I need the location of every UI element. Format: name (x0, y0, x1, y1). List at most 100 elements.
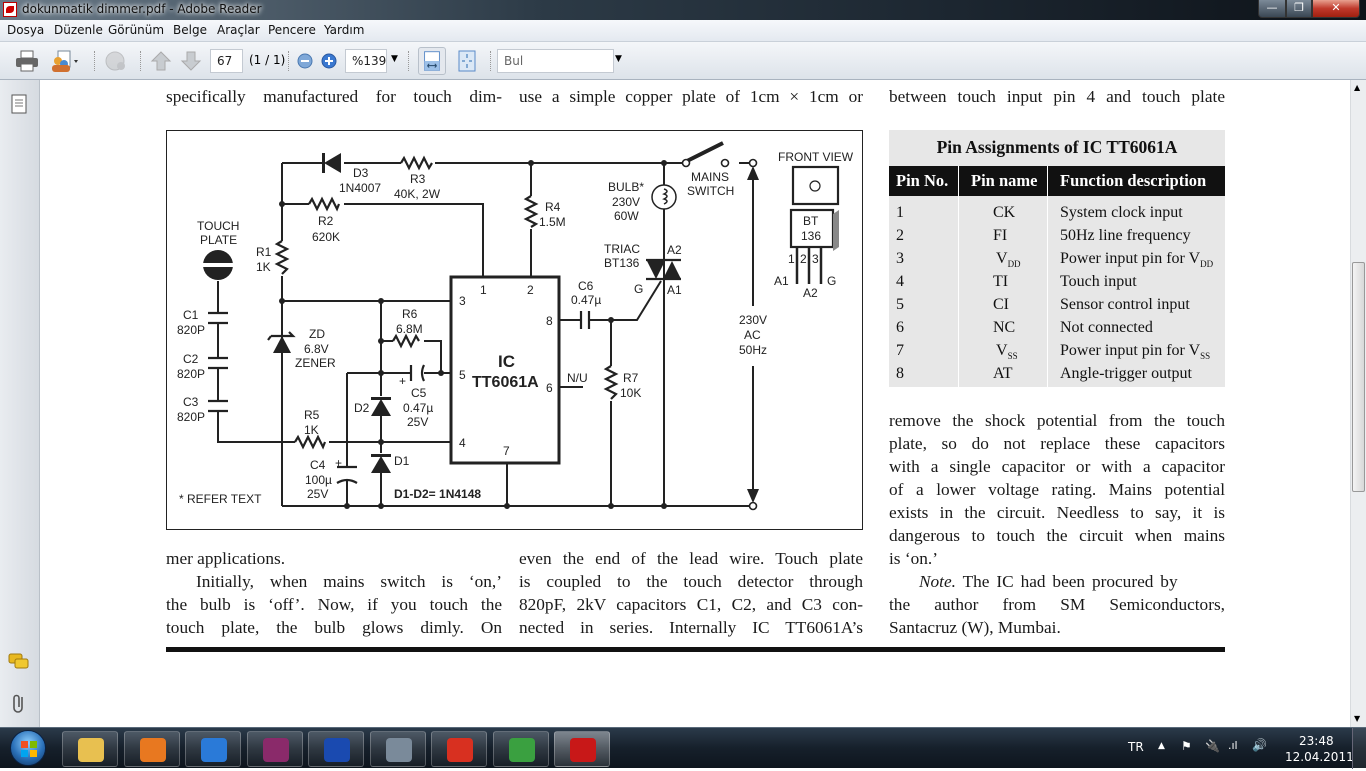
label-r1: R1 (256, 245, 272, 259)
taskbar-app-internet-explorer[interactable] (185, 731, 241, 767)
pin-number-text: 6 (896, 319, 904, 336)
action-center-flag-icon[interactable]: ⚑ (1181, 739, 1192, 753)
pin-number-text: 8 (896, 365, 904, 382)
language-indicator[interactable]: TR (1128, 740, 1144, 754)
circuit-diagram: D3 1N4007 R3 40K, 2W R2 620K R4 1.5M TOU… (166, 130, 863, 530)
pin-number: 8 (896, 362, 904, 385)
menu-belge[interactable]: Belge (173, 23, 207, 37)
next-page-icon[interactable] (180, 49, 202, 73)
table-title: Pin Assignments of IC TT6061A (936, 137, 1178, 157)
label-c2: C2 (183, 352, 199, 366)
pin-function: System clock input (1060, 201, 1183, 224)
taskbar-app-isis-proteus[interactable] (308, 731, 364, 767)
table-row: 7 VSS Power input pin for VSS (889, 339, 1225, 362)
close-button[interactable]: ✕ (1312, 0, 1360, 18)
menu-dosya[interactable]: Dosya (7, 23, 44, 37)
network-signal-icon[interactable]: .ıl (1228, 739, 1238, 752)
label-230v: 230V (739, 313, 767, 327)
scroll-up-icon[interactable]: ▲ (1354, 83, 1360, 92)
pages-icon[interactable] (9, 93, 29, 115)
zoom-in-icon[interactable] (320, 49, 338, 73)
taskbar-app-winrar[interactable] (246, 731, 303, 767)
taskbar-app-media-player[interactable] (123, 731, 180, 767)
label-lead-a1: A1 (774, 274, 789, 288)
pin-number: 2 (896, 224, 904, 247)
pin-function-text: Power input pin for V (1060, 250, 1201, 267)
start-button[interactable] (10, 730, 46, 766)
label-touch: TOUCH (197, 219, 239, 233)
find-dropdown-chevron-icon[interactable]: ▼ (615, 54, 622, 64)
adobe-reader-icon (3, 2, 17, 17)
menu-duzenle[interactable]: Düzenle (54, 23, 103, 37)
label-mains: MAINS (691, 170, 729, 184)
pin-assignment-table: Pin Assignments of IC TT6061A Pin No. Pi… (889, 130, 1225, 387)
attachments-icon[interactable] (9, 692, 29, 716)
pin-function: Not connected (1060, 316, 1153, 339)
label-c4: C4 (310, 458, 326, 472)
label-zener: ZENER (295, 356, 336, 370)
taskbar-app-messenger[interactable] (492, 731, 549, 767)
maxthon-icon (385, 738, 412, 762)
label-lead-3: 3 (812, 252, 819, 266)
page-number-input[interactable]: 67 (210, 49, 243, 73)
find-input[interactable]: Bul (497, 49, 614, 73)
minimize-button[interactable]: — (1258, 0, 1286, 18)
pin-function-text: Angle-trigger output (1060, 365, 1192, 382)
menu-yardim[interactable]: Yardım (324, 23, 364, 37)
text-line: the bulb is ‘off’. Now, if you touch the (166, 595, 502, 614)
table-row: 6 NC Not connected (889, 316, 1225, 339)
taskbar-app-gmail[interactable] (431, 731, 487, 767)
pin-function: Power input pin for VSS (1060, 339, 1210, 362)
zoom-level-select[interactable]: %139 (345, 49, 387, 73)
pin-name-text: FI (993, 227, 1008, 244)
fit-page-icon[interactable] (455, 49, 479, 73)
show-desktop-button[interactable] (1352, 728, 1366, 769)
collaborate-icon[interactable] (50, 49, 80, 73)
previous-page-icon[interactable] (150, 49, 172, 73)
vertical-scrollbar[interactable]: ▲ ▼ (1350, 80, 1366, 727)
power-icon[interactable]: 🔌 (1205, 739, 1220, 753)
share-icon[interactable] (103, 49, 129, 73)
taskbar-app-windows-explorer[interactable] (62, 731, 118, 767)
pin-name: AT (993, 362, 1013, 385)
zoom-out-icon[interactable] (296, 49, 314, 73)
pin-3: 3 (459, 294, 466, 308)
taskbar-app-maxthon[interactable] (369, 731, 426, 767)
menu-gorunum[interactable]: Görünüm (108, 23, 164, 37)
volume-icon[interactable]: 🔊 (1252, 738, 1267, 752)
scroll-down-icon[interactable]: ▼ (1354, 714, 1360, 723)
label-r6: R6 (402, 307, 418, 321)
column-header: Function description (1060, 171, 1207, 190)
scrollbar-thumb[interactable] (1352, 262, 1365, 492)
print-icon[interactable] (14, 49, 40, 73)
ic-label: IC (498, 352, 515, 371)
ic-part-number: TT6061A (472, 374, 539, 391)
fit-width-icon[interactable] (418, 47, 446, 75)
taskbar-app-adobe-reader[interactable] (554, 731, 610, 767)
pin-function-subscript: SS (1200, 351, 1211, 362)
label-bt: BT (803, 214, 819, 228)
note-label: Note. (919, 572, 956, 591)
table-row: 4 TI Touch input (889, 270, 1225, 293)
menu-araclar[interactable]: Araçlar (217, 23, 260, 37)
column-header: Pin No. (896, 171, 949, 190)
label-triac: TRIAC (604, 242, 640, 256)
text-line: dangerous to touch the circuit when main… (889, 526, 1225, 545)
label-zd-value: 6.8V (304, 342, 329, 356)
label-plate: PLATE (200, 233, 237, 247)
pin-7: 7 (503, 444, 510, 458)
menu-pencere[interactable]: Pencere (268, 23, 316, 37)
table-row: 5 CI Sensor control input (889, 293, 1225, 316)
clock-date[interactable]: 12.04.2011 (1285, 750, 1354, 764)
label-50hz: 50Hz (739, 343, 767, 357)
clock-time[interactable]: 23:48 (1299, 734, 1334, 748)
maximize-button[interactable]: ❐ (1286, 0, 1312, 18)
toolbar-separator (408, 51, 410, 71)
pin-name-text: NC (993, 319, 1016, 336)
zoom-dropdown-chevron-icon[interactable]: ▼ (391, 54, 398, 64)
show-hidden-icons-icon[interactable]: ▲ (1158, 741, 1165, 751)
pin-name: NC (993, 316, 1015, 339)
text-line: exists in the circuit. Needless to say, … (889, 503, 1225, 522)
text-line: Note. The IC had been procured by (919, 571, 1225, 593)
comments-icon[interactable] (7, 652, 31, 672)
